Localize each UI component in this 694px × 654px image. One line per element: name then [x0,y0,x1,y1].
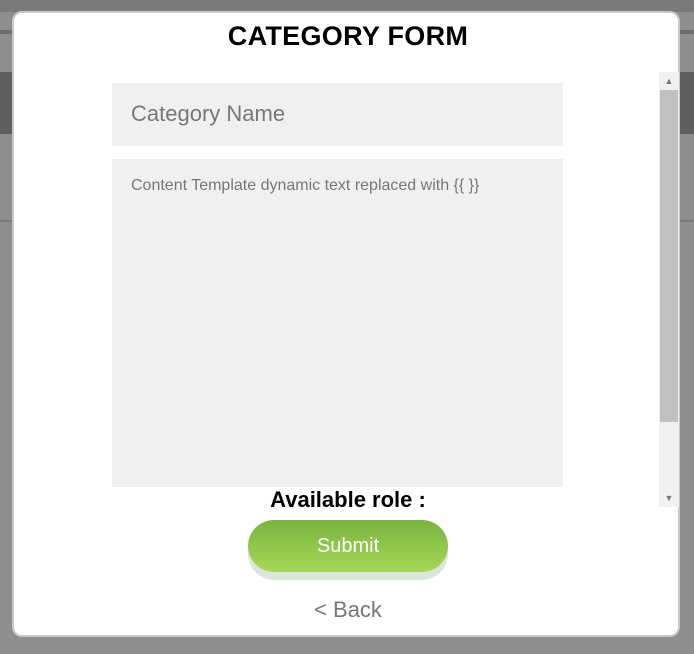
scrollbar-thumb[interactable] [660,90,678,422]
content-template-textarea[interactable]: Content Template dynamic text replaced w… [112,159,563,487]
form-scrollbar[interactable]: ▲ ▼ [659,72,679,507]
category-form-modal: CATEGORY FORM Category Name Content Temp… [12,11,680,637]
submit-button[interactable]: Submit [248,520,448,572]
form-title: CATEGORY FORM [227,21,469,51]
category-name-input[interactable]: Category Name [112,83,563,146]
available-role-label: Available role : [270,487,426,512]
back-link[interactable]: < Back [14,597,682,623]
scroll-up-arrow-icon[interactable]: ▲ [659,74,679,88]
